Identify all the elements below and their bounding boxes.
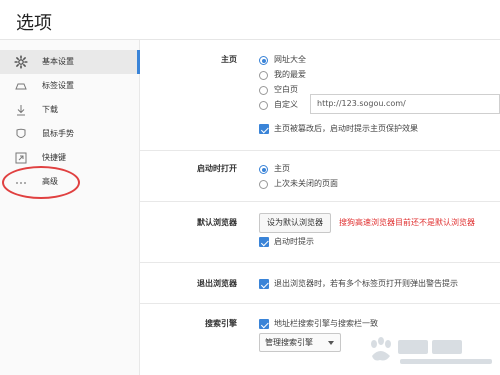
- shortcut-icon: [14, 151, 28, 165]
- section-label-exit-browser: 退出浏览器: [197, 279, 237, 288]
- checkbox-exit-warning[interactable]: [259, 279, 269, 289]
- sidebar-item-basic-settings[interactable]: 基本设置: [0, 50, 140, 74]
- option-label: 我的最爱: [274, 70, 306, 79]
- sidebar-item-download[interactable]: 下载: [0, 98, 140, 122]
- title-bar: 选项: [0, 0, 500, 40]
- default-browser-warning: 搜狗高速浏览器目前还不是默认浏览器: [339, 218, 475, 227]
- gear-icon: [14, 55, 28, 69]
- section-label-search-engine: 搜索引擎: [205, 319, 237, 328]
- radio-startup-homepage[interactable]: [259, 165, 268, 174]
- dropdown-label: 管理搜索引擎: [265, 338, 313, 347]
- checkbox-label: 退出浏览器时，若有多个标签页打开则弹出警告提示: [274, 279, 458, 288]
- option-label: 主页: [274, 164, 290, 173]
- checkbox-search-unify[interactable]: [259, 319, 269, 329]
- checkbox-homepage-protect[interactable]: [259, 124, 269, 134]
- sidebar: 基本设置 标签设置 下载 鼠标手势 快捷键 高级: [0, 40, 140, 375]
- section-label-homepage: 主页: [221, 55, 237, 64]
- option-label: 上次未关闭的页面: [274, 179, 338, 188]
- download-icon: [14, 103, 28, 117]
- section-label-startup: 启动时打开: [197, 164, 237, 173]
- radio-homepage-favorites[interactable]: [259, 71, 268, 80]
- option-label: 空白页: [274, 85, 298, 94]
- option-label: 自定义: [274, 100, 298, 109]
- radio-homepage-url-nav[interactable]: [259, 56, 268, 65]
- sidebar-item-tab-settings[interactable]: 标签设置: [0, 74, 140, 98]
- custom-homepage-url-input[interactable]: http://123.sogou.com/: [310, 94, 500, 114]
- sidebar-item-mouse-gesture[interactable]: 鼠标手势: [0, 122, 140, 146]
- divider: [140, 303, 500, 304]
- checkbox-startup-prompt[interactable]: [259, 237, 269, 247]
- page-title: 选项: [16, 13, 52, 34]
- radio-homepage-custom[interactable]: [259, 101, 268, 110]
- mouse-icon: [14, 127, 28, 141]
- divider: [140, 201, 500, 202]
- sidebar-item-shortcuts[interactable]: 快捷键: [0, 146, 140, 170]
- section-label-default-browser: 默认浏览器: [197, 218, 237, 227]
- divider: [140, 150, 500, 151]
- checkbox-label: 启动时提示: [274, 237, 314, 246]
- annotation-circle: [2, 166, 80, 199]
- set-default-browser-button[interactable]: 设为默认浏览器: [259, 213, 331, 233]
- watermark-logo: [364, 332, 498, 372]
- sidebar-item-label: 下载: [42, 105, 58, 114]
- checkbox-label: 主页被篡改后，启动时提示主页保护效果: [274, 124, 418, 133]
- option-label: 网址大全: [274, 55, 306, 64]
- divider: [140, 262, 500, 263]
- sidebar-item-label: 快捷键: [42, 153, 66, 162]
- sidebar-item-label: 标签设置: [42, 81, 74, 90]
- radio-startup-last-session[interactable]: [259, 180, 268, 189]
- sidebar-item-label: 基本设置: [42, 57, 74, 66]
- manage-search-engine-dropdown[interactable]: 管理搜索引擎: [259, 333, 341, 352]
- radio-homepage-blank[interactable]: [259, 86, 268, 95]
- sidebar-item-label: 鼠标手势: [42, 129, 74, 138]
- checkbox-label: 地址栏搜索引擎与搜索栏一致: [274, 319, 378, 328]
- chevron-down-icon: [328, 341, 334, 345]
- tab-icon: [14, 79, 28, 93]
